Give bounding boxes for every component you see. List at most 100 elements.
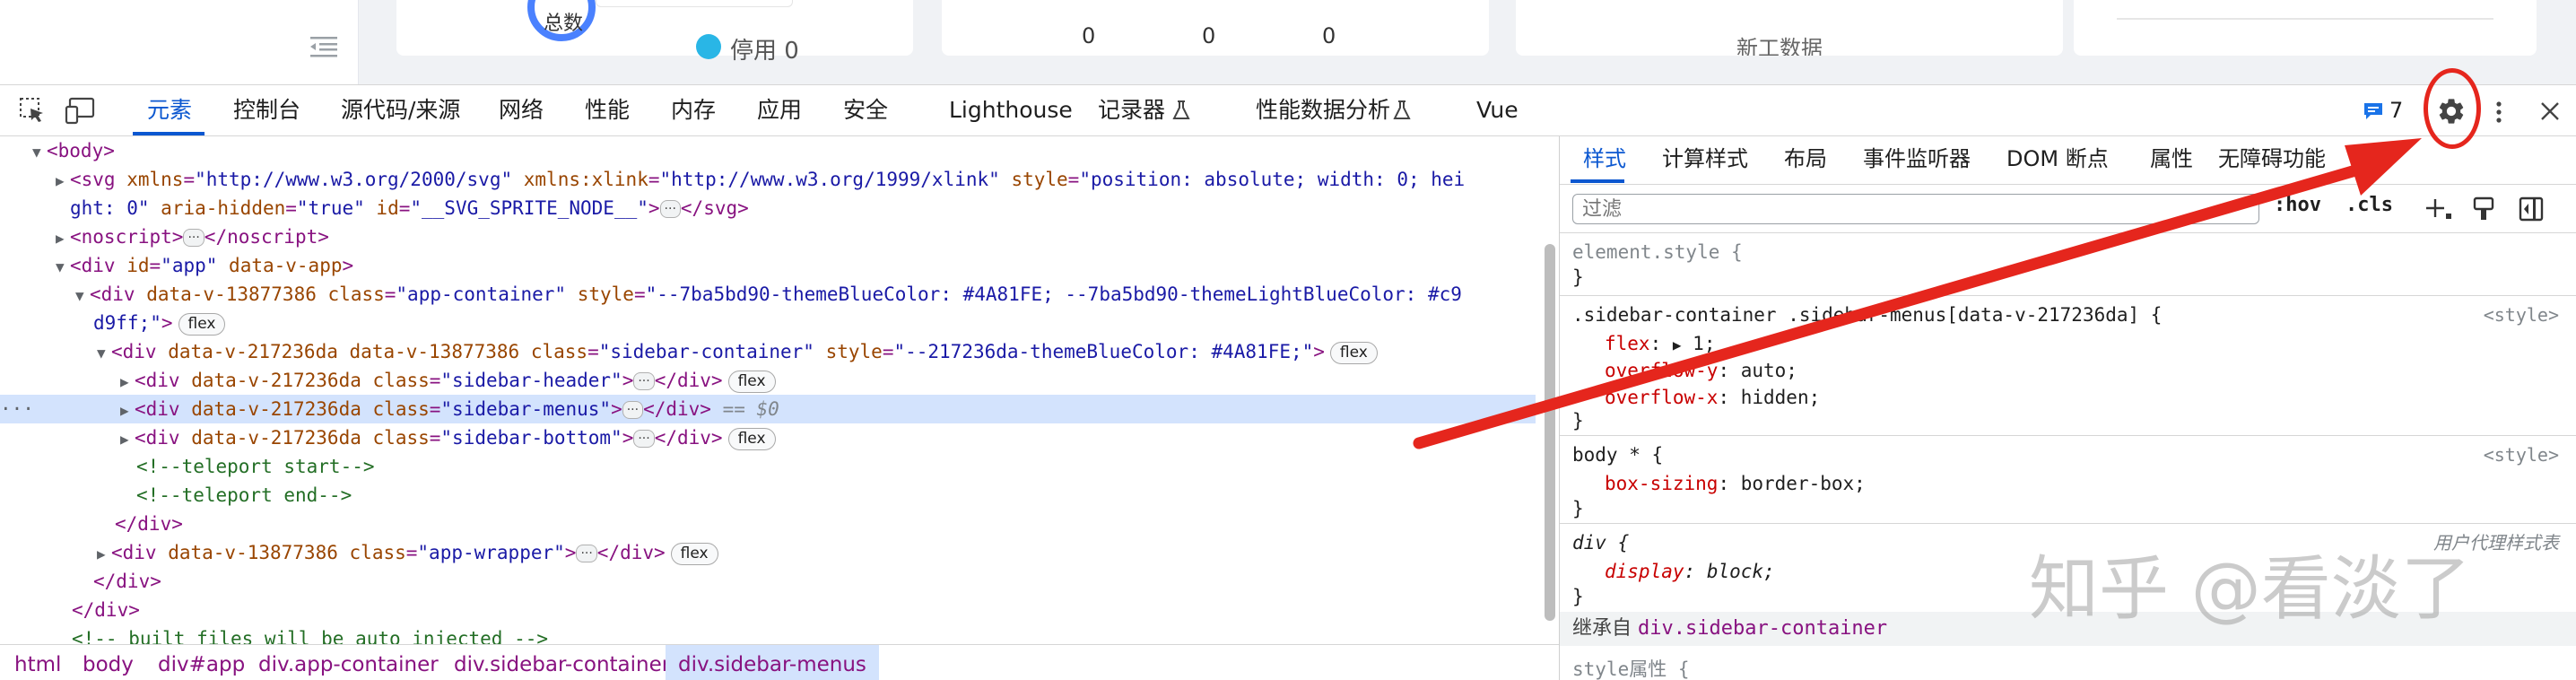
elements-dom-tree[interactable]: ▼ <body> ▶ <svg xmlns="http://www.w3.org/2… [0, 136, 1559, 644]
collapsed-arrow-icon[interactable]: ▶ [97, 540, 111, 567]
issues-count[interactable]: 7 [2389, 85, 2403, 137]
ellipsis-button[interactable]: ··· [633, 430, 655, 448]
selected-node-marker: == $0 [722, 398, 779, 420]
toggle-sidebar-icon[interactable] [2518, 196, 2545, 222]
ellipsis-button[interactable]: ··· [633, 372, 655, 390]
dom-node-body[interactable]: ▼ <body> [0, 136, 1536, 165]
expand-arrow-icon[interactable]: ▶ [1673, 336, 1682, 353]
flex-badge[interactable]: flex [727, 371, 776, 393]
hov-toggle[interactable]: :hov [2274, 194, 2321, 216]
dom-comment-teleport-end[interactable]: <!--teleport end--> [0, 481, 1536, 510]
expanded-arrow-icon[interactable]: ▼ [97, 339, 111, 366]
row-more-icon[interactable]: ··· [0, 395, 120, 423]
devtools-tab-bar: 元素 控制台 源代码/来源 网络 性能 内存 应用 安全 Lighthouse … [0, 84, 2576, 136]
css-property[interactable]: overflow-x: hidden; [1605, 384, 1820, 411]
tab-memory[interactable]: 内存 [671, 85, 716, 137]
dom-node-sidebar-menus-selected[interactable]: ··· ▶ <div data-v-217236da class="sidebar-… [0, 395, 1536, 423]
tab-event-listeners[interactable]: 事件监听器 [1863, 136, 1971, 185]
dom-node-app-wrapper[interactable]: ▶ <div data-v-13877386 class="app-wrapper… [0, 538, 1536, 567]
expanded-arrow-icon[interactable]: ▼ [32, 138, 47, 165]
breadcrumb-app-container[interactable]: div.app-container [258, 645, 439, 680]
stat-value: 0 [1322, 23, 1336, 48]
add-rule-icon[interactable] [2424, 196, 2453, 222]
tab-properties[interactable]: 属性 [2150, 136, 2193, 185]
dom-node-sidebar-bottom[interactable]: ▶ <div data-v-217236da class="sidebar-bot… [0, 423, 1536, 452]
flex-badge[interactable]: flex [670, 543, 718, 565]
css-property[interactable]: box-sizing: border-box; [1605, 470, 1866, 497]
dom-node-noscript[interactable]: ▶ <noscript> ··· </noscript> [0, 222, 1536, 251]
dom-node-svg-cont[interactable]: ght: 0" aria-hidden="true" id="__SVG_SPR… [0, 194, 1536, 222]
breadcrumb-sidebar-container[interactable]: div.sidebar-container [454, 645, 670, 680]
flex-badge[interactable]: flex [1329, 342, 1378, 364]
dom-node-sidebar-header[interactable]: ▶ <div data-v-217236da class="sidebar-hea… [0, 366, 1536, 395]
collapsed-arrow-icon[interactable]: ▶ [120, 368, 135, 395]
css-property[interactable]: flex: ▶ 1; [1605, 330, 1715, 357]
tab-performance-insights[interactable]: 性能数据分析 [1256, 85, 1390, 137]
breadcrumb-body[interactable]: body [83, 645, 134, 680]
flex-badge[interactable]: flex [178, 313, 226, 336]
inherited-from-link[interactable]: div.sidebar-container [1638, 617, 1887, 640]
device-toolbar-icon[interactable] [65, 96, 97, 125]
tab-application[interactable]: 应用 [757, 85, 802, 137]
tab-vue[interactable]: Vue [1476, 85, 1519, 137]
flex-badge[interactable]: flex [727, 428, 776, 450]
breadcrumb-div-app[interactable]: div#app [158, 645, 245, 680]
dom-node-svg[interactable]: ▶ <svg xmlns="http://www.w3.org/2000/svg"… [0, 165, 1536, 194]
expanded-arrow-icon[interactable]: ▼ [75, 282, 90, 309]
breadcrumb-html[interactable]: html [14, 645, 61, 680]
style-attribute-rule[interactable]: style属性 { [1572, 655, 1690, 680]
tooltip-box [596, 0, 793, 7]
tab-layout[interactable]: 布局 [1784, 136, 1827, 185]
issues-icon[interactable] [2363, 101, 2384, 121]
collapsed-arrow-icon[interactable]: ▶ [120, 425, 135, 452]
ellipsis-button[interactable]: ··· [576, 545, 597, 562]
tab-computed[interactable]: 计算样式 [1662, 136, 1748, 185]
css-property[interactable]: display: block; [1605, 558, 1775, 585]
dom-node-sidebar-container[interactable]: ▼ <div data-v-217236da data-v-13877386 cl… [0, 337, 1536, 366]
cls-toggle[interactable]: .cls [2345, 194, 2393, 216]
css-property[interactable]: overflow-y: auto; [1605, 357, 1797, 384]
collapsed-arrow-icon[interactable]: ▶ [56, 224, 70, 251]
more-vertical-icon[interactable] [2493, 100, 2504, 125]
rule-source-link[interactable]: <style> [2484, 441, 2559, 468]
tab-network[interactable]: 网络 [499, 85, 544, 137]
rule-selector: div { [1572, 532, 1630, 554]
rule-source-link[interactable]: <style> [2484, 301, 2559, 328]
tab-security[interactable]: 安全 [843, 85, 888, 137]
collapsed-arrow-icon[interactable]: ▶ [120, 397, 135, 423]
dom-close-app[interactable]: </div> [0, 596, 1536, 624]
dom-node-div-app[interactable]: ▼ <div id="app" data-v-app> [0, 251, 1536, 280]
tab-accessibility[interactable]: 无障碍功能 [2218, 136, 2326, 185]
breadcrumb-sidebar-menus[interactable]: div.sidebar-menus [666, 645, 879, 680]
tab-performance[interactable]: 性能 [585, 85, 630, 137]
dom-close-sidebar-container[interactable]: </div> [0, 510, 1536, 538]
active-tab-indicator [1571, 179, 1624, 183]
ellipsis-button[interactable]: ··· [622, 401, 644, 419]
rule-body-star[interactable]: body * { <style> box-sizing: border-box;… [1560, 436, 2576, 524]
inspect-element-icon[interactable] [18, 96, 47, 125]
menu-collapse-icon[interactable] [309, 34, 339, 59]
rule-element-style[interactable]: element.style { } [1560, 233, 2576, 296]
tab-lighthouse[interactable]: Lighthouse [949, 85, 1073, 137]
ellipsis-button[interactable]: ··· [659, 200, 681, 218]
paint-brush-icon[interactable] [2471, 196, 2496, 222]
styles-filter-input[interactable] [1572, 194, 2259, 224]
close-icon[interactable] [2538, 100, 2562, 123]
active-tab-indicator [133, 132, 205, 135]
dom-node-app-container[interactable]: ▼ <div data-v-13877386 class="app-contain… [0, 280, 1536, 309]
dom-close-app-container[interactable]: </div> [0, 567, 1536, 596]
tab-recorder[interactable]: 记录器 [1098, 85, 1165, 137]
vertical-scrollbar[interactable] [1545, 244, 1555, 621]
collapsed-arrow-icon[interactable]: ▶ [56, 167, 70, 194]
tab-console[interactable]: 控制台 [233, 85, 300, 137]
dom-comment-built-files[interactable]: <!-- built files will be auto injected -… [0, 624, 1536, 644]
rule-sidebar-menus[interactable]: .sidebar-container .sidebar-menus[data-v… [1560, 296, 2576, 436]
tab-elements[interactable]: 元素 [147, 85, 192, 137]
tab-dom-breakpoints[interactable]: DOM 断点 [2006, 136, 2109, 185]
tab-sources[interactable]: 源代码/来源 [341, 85, 460, 137]
ellipsis-button[interactable]: ··· [183, 229, 205, 247]
dom-node-app-container-cont[interactable]: d9ff;"> flex [0, 309, 1536, 337]
expanded-arrow-icon[interactable]: ▼ [56, 253, 70, 280]
tab-styles[interactable]: 样式 [1583, 136, 1626, 185]
dom-comment-teleport-start[interactable]: <!--teleport start--> [0, 452, 1536, 481]
